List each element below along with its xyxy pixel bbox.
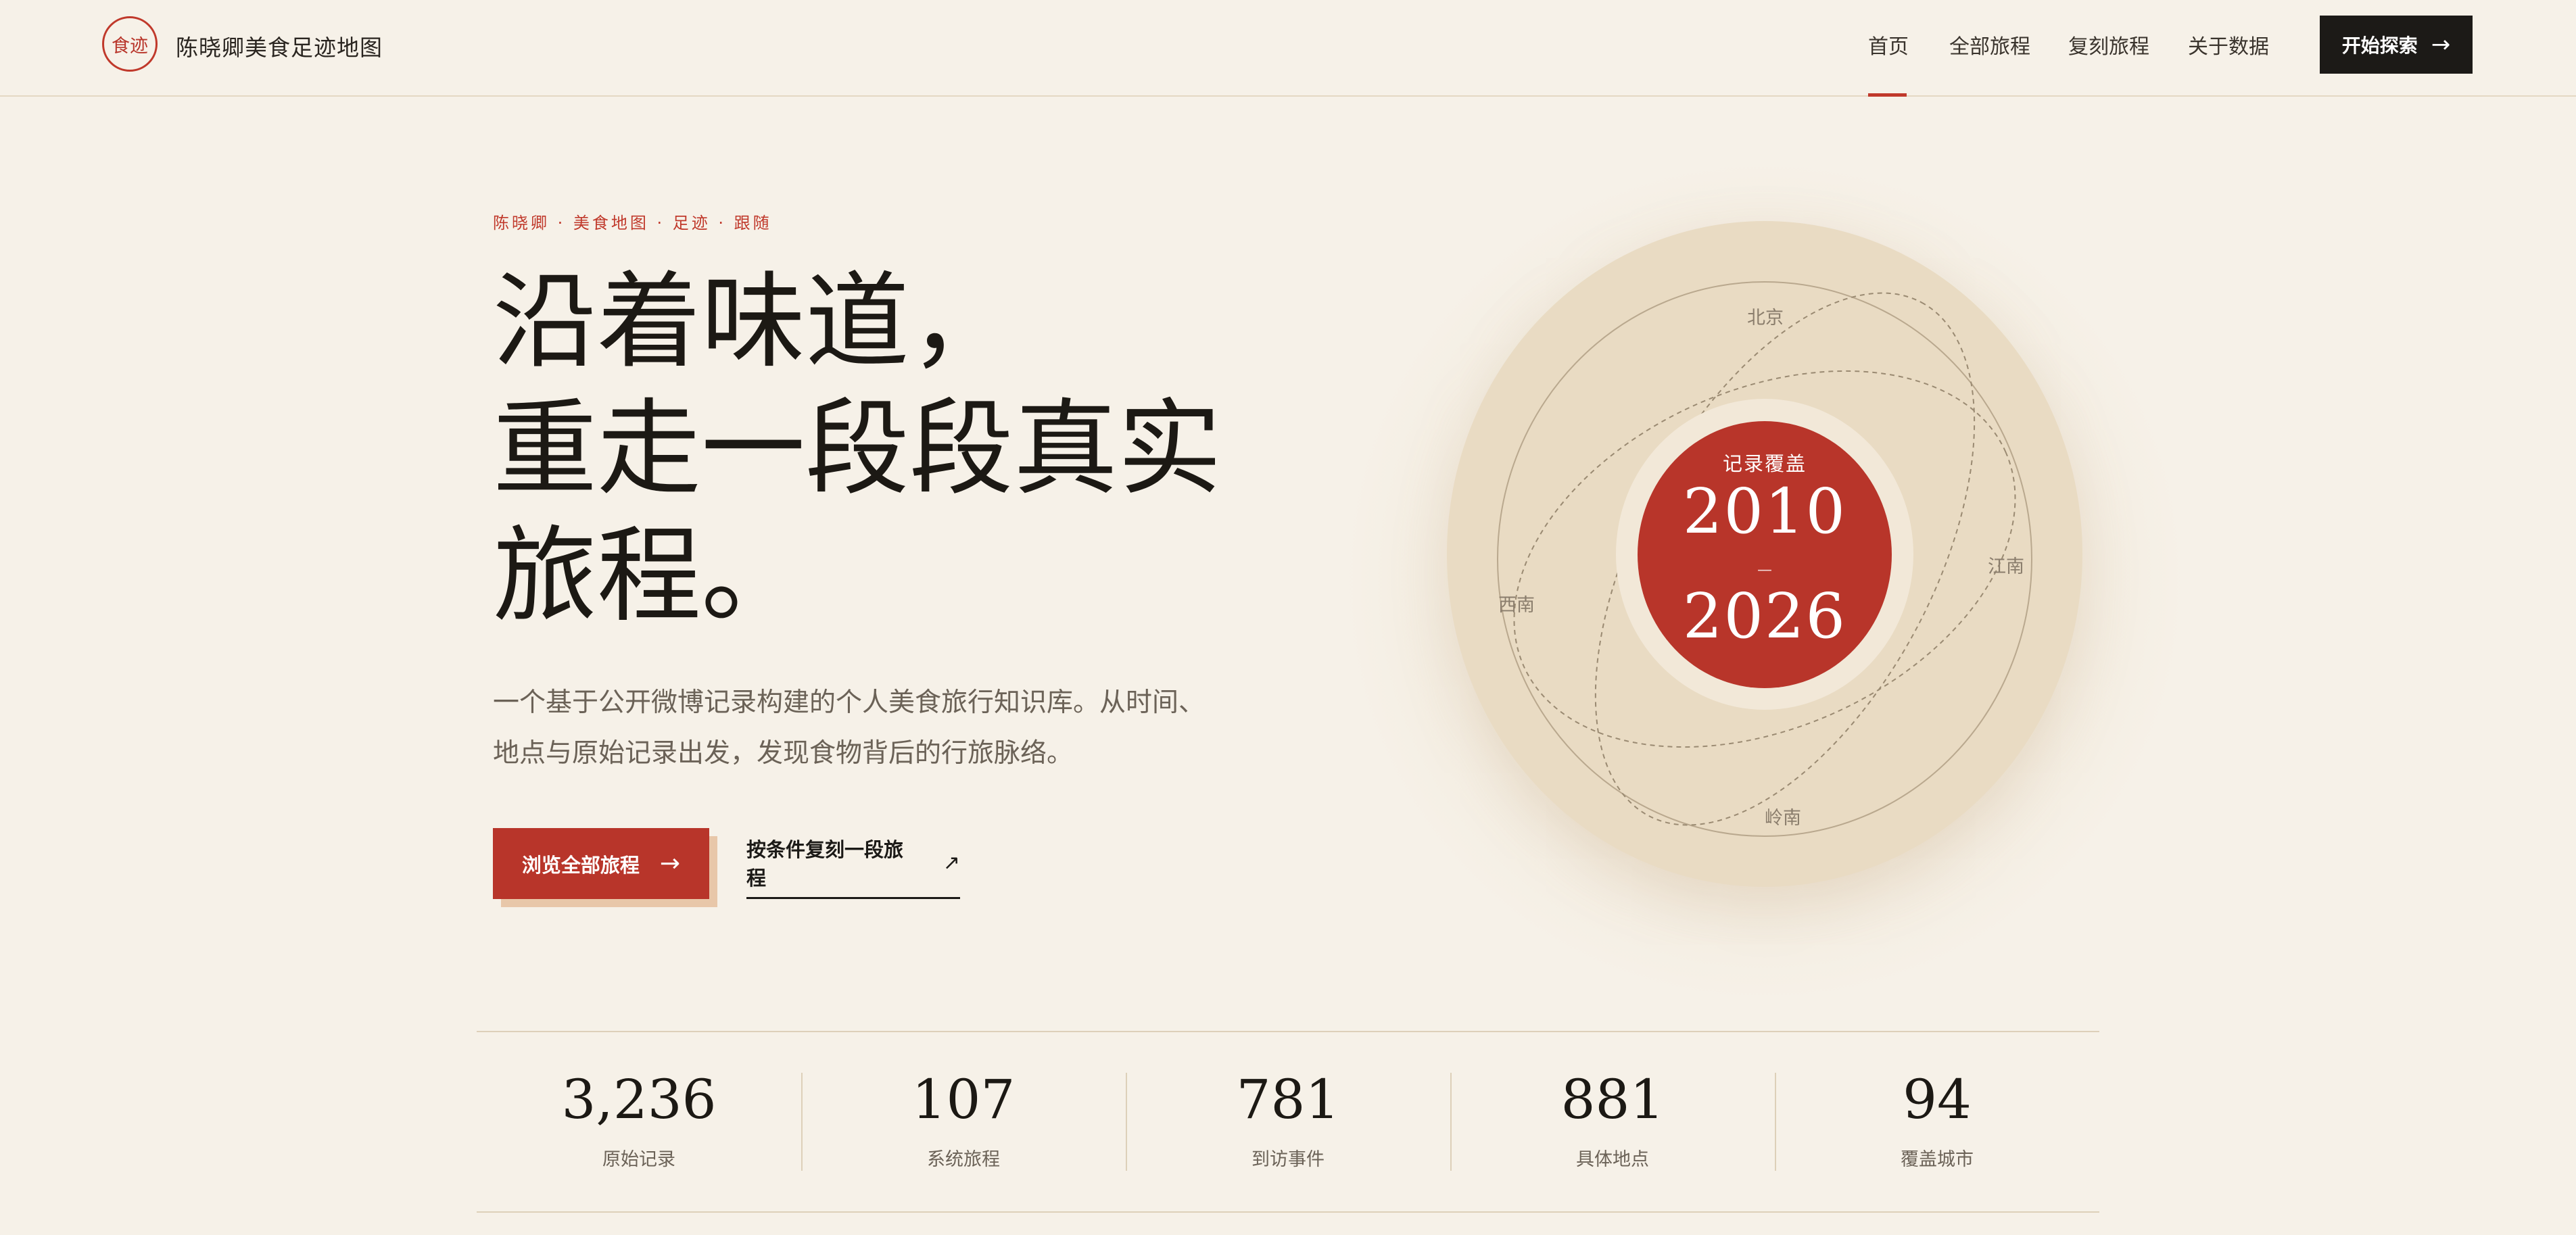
stat-label: 原始记录 <box>602 1149 675 1170</box>
stat-value: 3,236 <box>561 1068 717 1131</box>
hero-eyebrow: 陈晓卿 · 美食地图 · 足迹 · 跟随 <box>493 214 772 233</box>
arrow-right-icon: → <box>659 850 681 877</box>
arrow-up-right-icon: ↗ <box>943 850 960 875</box>
headline-line-2: 重走一段段真实 <box>493 389 1222 510</box>
stat-label: 覆盖城市 <box>1901 1149 1974 1170</box>
arrow-right-icon: → <box>2431 31 2451 58</box>
hero-lead: 一个基于公开微博记录构建的个人美食旅行知识库。从时间、 地点与原始记录出发，发现… <box>493 677 1205 779</box>
region-jiangnan: 江南 <box>1988 556 2024 577</box>
replicate-journey-link[interactable]: 按条件复刻一段旅程 ↗ <box>746 828 960 899</box>
region-xinan: 西南 <box>1498 595 1535 616</box>
site-header: 食迹 陈晓卿美食足迹地图 首页 全部旅程 复刻旅程 关于数据 开始探索 → <box>0 0 2576 97</box>
stat-value: 94 <box>1903 1068 1972 1131</box>
year-end: 2026 <box>1682 580 1847 652</box>
stat-journeys: 107 系统旅程 <box>801 1032 1126 1211</box>
replicate-journey-label: 按条件复刻一段旅程 <box>746 838 904 890</box>
site-title[interactable]: 陈晓卿美食足迹地图 <box>176 30 383 62</box>
coverage-label: 记录覆盖 <box>1722 452 1807 475</box>
stat-locations: 881 具体地点 <box>1450 1032 1775 1211</box>
stat-label: 系统旅程 <box>927 1149 1000 1170</box>
browse-all-journeys-button[interactable]: 浏览全部旅程 → <box>493 828 709 899</box>
stat-label: 具体地点 <box>1576 1149 1649 1170</box>
start-explore-label: 开始探索 <box>2341 34 2418 57</box>
headline-line-3: 旅程。 <box>493 516 806 637</box>
headline-line-1: 沿着味道， <box>493 262 1014 383</box>
stat-cities: 94 覆盖城市 <box>1775 1032 2099 1211</box>
logo-seal-icon[interactable]: 食迹 <box>102 16 158 72</box>
nav-all-journeys[interactable]: 全部旅程 <box>1949 30 2030 59</box>
lead-line-1: 一个基于公开微博记录构建的个人美食旅行知识库。从时间、 <box>493 687 1206 718</box>
stat-label: 到访事件 <box>1251 1149 1325 1170</box>
active-nav-indicator <box>1868 93 1907 97</box>
stat-value: 881 <box>1560 1068 1665 1131</box>
stat-value: 781 <box>1236 1068 1340 1131</box>
region-lingnan: 岭南 <box>1765 808 1801 829</box>
coverage-core: 记录覆盖 2010 — 2026 <box>1638 421 1892 688</box>
nav-home[interactable]: 首页 <box>1868 30 1909 59</box>
start-explore-button[interactable]: 开始探索 → <box>2320 16 2473 74</box>
lead-line-2: 地点与原始记录出发，发现食物背后的行旅脉络。 <box>493 738 1074 769</box>
hero-headline: 沿着味道， 重走一段段真实 旅程。 <box>493 259 1222 640</box>
nav-replicate-journey[interactable]: 复刻旅程 <box>2068 30 2149 59</box>
browse-all-journeys-label: 浏览全部旅程 <box>521 853 640 877</box>
nav-about-data[interactable]: 关于数据 <box>2188 30 2269 59</box>
stat-raw-records: 3,236 原始记录 <box>477 1032 801 1211</box>
stat-visit-events: 781 到访事件 <box>1126 1032 1450 1211</box>
stats-bar: 3,236 原始记录 107 系统旅程 781 到访事件 881 具体地点 94… <box>477 1031 2099 1213</box>
year-separator: — <box>1757 562 1772 579</box>
stat-value: 107 <box>911 1068 1016 1131</box>
year-start: 2010 <box>1682 475 1847 548</box>
region-beijing: 北京 <box>1747 308 1784 329</box>
